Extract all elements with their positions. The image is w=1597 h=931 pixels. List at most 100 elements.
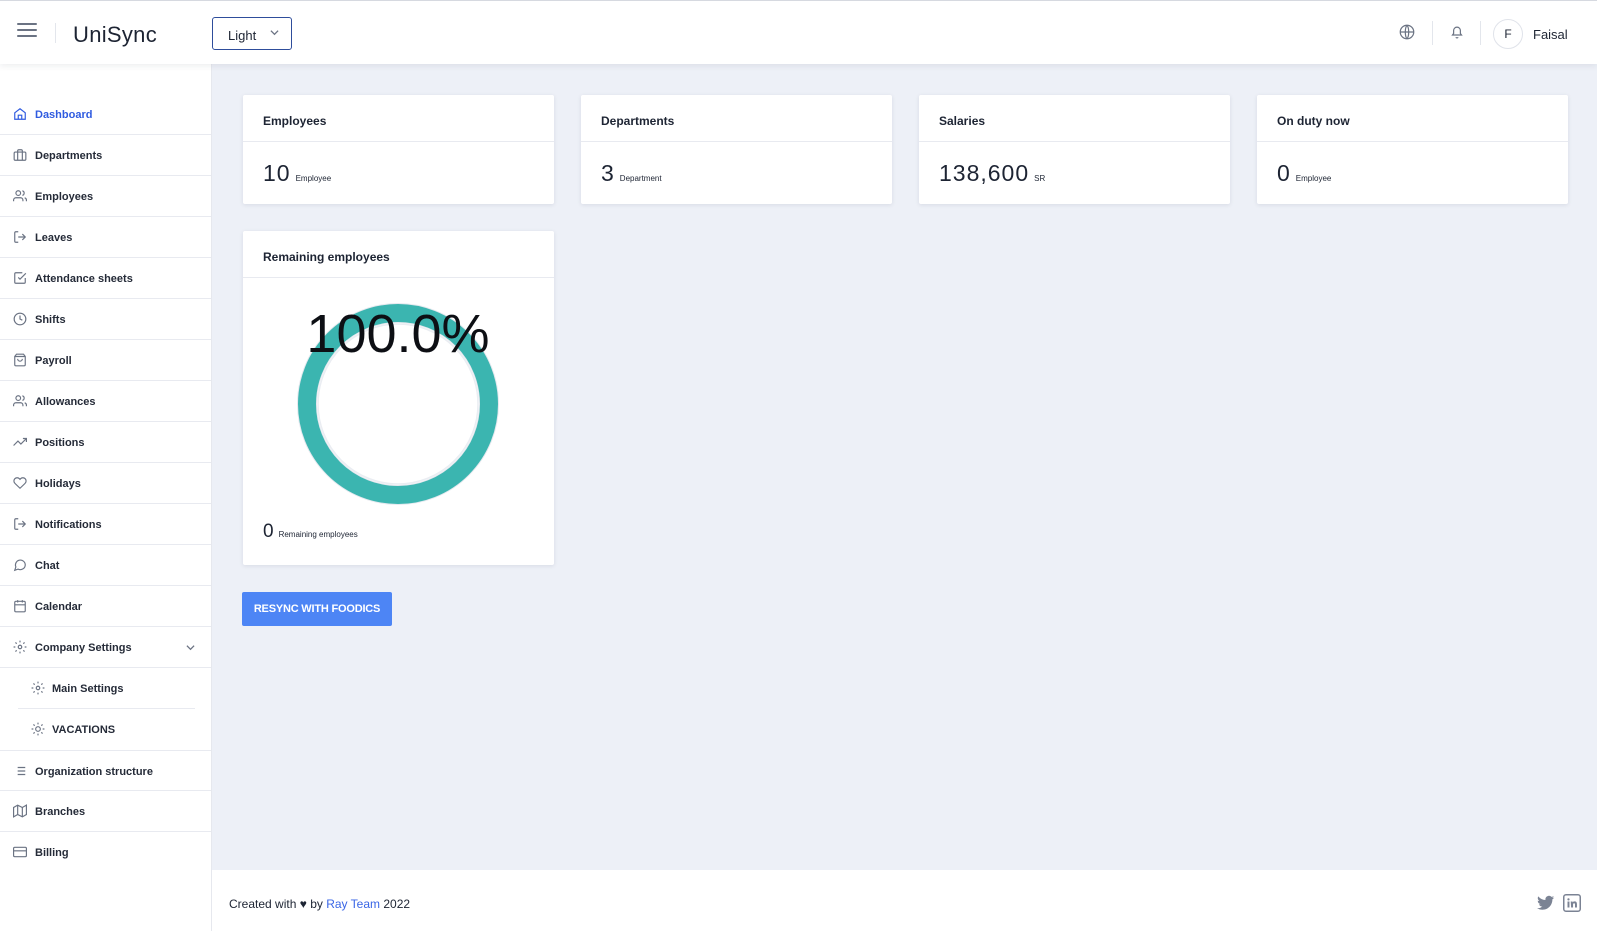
credit-card-icon	[13, 846, 27, 858]
sun-icon	[31, 722, 45, 736]
clock-icon	[13, 312, 27, 326]
sidebar-item-allowances[interactable]: Allowances	[0, 381, 211, 422]
footer: Created with ♥ by Ray Team 2022	[212, 870, 1597, 931]
progress-ring	[297, 303, 499, 505]
sidebar-item-dashboard[interactable]: Dashboard	[0, 94, 211, 135]
salaries-card: Salaries 138,600 SR	[919, 95, 1230, 204]
progress-ring-inner	[317, 323, 479, 485]
sidebar-item-label: Allowances	[35, 396, 96, 408]
card-title: Employees	[243, 95, 554, 142]
check-square-icon	[14, 272, 27, 284]
departments-card: Departments 3 Department	[581, 95, 892, 204]
linkedin-icon[interactable]	[1563, 894, 1581, 912]
bell-icon[interactable]	[1448, 23, 1466, 41]
remaining-unit: Remaining employees	[278, 530, 358, 539]
card-title: Salaries	[919, 95, 1230, 142]
sidebar-item-payroll[interactable]: Payroll	[0, 340, 211, 381]
remaining-employees-card: Remaining employees 100.0% 0 Remaining em…	[243, 231, 554, 565]
sidebar-item-label: Organization structure	[35, 766, 153, 778]
stat-value: 10	[263, 160, 291, 186]
sidebar-item-label: Dashboard	[35, 109, 93, 121]
sidebar-item-label: Departments	[35, 150, 103, 162]
sidebar-item-calendar[interactable]: Calendar	[0, 586, 211, 627]
sidebar-item-label: Notifications	[35, 519, 102, 531]
user-name[interactable]: Faisal	[1533, 27, 1568, 42]
hamburger-menu-icon[interactable]	[17, 23, 37, 41]
sidebar-item-label: Employees	[35, 191, 94, 203]
header-separator	[1480, 21, 1481, 45]
sidebar-item-main-settings[interactable]: Main Settings	[18, 668, 195, 709]
home-icon	[14, 108, 26, 120]
sidebar-item-label: Shifts	[35, 314, 66, 326]
sidebar-item-attendance-sheets[interactable]: Attendance sheets	[0, 258, 211, 299]
avatar[interactable]: F	[1493, 19, 1523, 49]
log-out-icon	[14, 231, 27, 243]
log-out-icon	[14, 518, 27, 530]
calendar-icon	[14, 600, 26, 613]
sidebar-item-holidays[interactable]: Holidays	[0, 463, 211, 504]
theme-select-value: Light	[228, 28, 257, 43]
stat-unit: Department	[619, 174, 662, 183]
twitter-icon[interactable]	[1537, 894, 1555, 912]
top-header: UniSync Light F Faisal	[0, 0, 1597, 64]
stat-value: 3	[601, 160, 615, 186]
sidebar-item-label: Chat	[35, 560, 60, 572]
header-divider	[55, 23, 56, 43]
footer-year: 2022	[383, 897, 411, 911]
sidebar-item-label: Positions	[35, 437, 85, 449]
sidebar-item-departments[interactable]: Departments	[0, 135, 211, 176]
sidebar-item-vacations[interactable]: VACATIONS	[18, 709, 195, 750]
resync-with-foodics-button[interactable]: Resync with Foodics	[242, 592, 392, 626]
heart-icon	[13, 477, 27, 490]
header-separator	[1432, 21, 1433, 45]
sidebar: Dashboard Departments Employees Leaves A…	[0, 64, 212, 931]
sidebar-item-label: Payroll	[35, 355, 72, 367]
settings-icon	[31, 681, 45, 695]
sidebar-item-employees[interactable]: Employees	[0, 176, 211, 217]
sidebar-item-label: Branches	[35, 806, 86, 818]
sidebar-item-billing[interactable]: Billing	[0, 832, 211, 873]
users-icon	[13, 395, 27, 407]
card-title: On duty now	[1257, 95, 1568, 142]
chevron-down-icon[interactable]	[186, 643, 195, 652]
sidebar-item-branches[interactable]: Branches	[0, 791, 211, 832]
sidebar-item-label: VACATIONS	[52, 724, 116, 736]
card-title: Departments	[581, 95, 892, 142]
sidebar-item-label: Attendance sheets	[35, 273, 133, 285]
sidebar-item-label: Holidays	[35, 478, 81, 490]
footer-by: by	[310, 897, 323, 911]
stat-unit: Employee	[1295, 174, 1332, 183]
sidebar-item-notifications[interactable]: Notifications	[0, 504, 211, 545]
chevron-down-icon	[270, 30, 279, 36]
list-icon	[14, 766, 26, 776]
sidebar-item-positions[interactable]: Positions	[0, 422, 211, 463]
app-title: UniSync	[73, 22, 158, 47]
sidebar-item-label: Calendar	[35, 601, 83, 613]
stat-value: 138,600	[939, 160, 1030, 186]
users-icon	[13, 190, 27, 202]
on-duty-card: On duty now 0 Employee	[1257, 95, 1568, 204]
sidebar-item-label: Main Settings	[52, 683, 124, 695]
sidebar-item-company-settings[interactable]: Company Settings	[0, 627, 211, 668]
employees-card: Employees 10 Employee	[243, 95, 554, 204]
trending-up-icon	[13, 437, 27, 446]
sidebar-item-leaves[interactable]: Leaves	[0, 217, 211, 258]
heart-icon: ♥	[299, 897, 307, 911]
sidebar-item-shifts[interactable]: Shifts	[0, 299, 211, 340]
stat-unit: SR	[1034, 174, 1046, 183]
sidebar-item-label: Leaves	[35, 232, 73, 244]
globe-icon[interactable]	[1398, 23, 1416, 41]
stat-unit: Employee	[295, 174, 332, 183]
sidebar-item-chat[interactable]: Chat	[0, 545, 211, 586]
sidebar-item-label: Company Settings	[35, 642, 132, 654]
theme-select[interactable]: Light	[212, 17, 292, 50]
card-title: Remaining employees	[243, 231, 554, 278]
sidebar-item-label: Billing	[35, 847, 69, 859]
briefcase-icon	[13, 149, 27, 161]
sidebar-item-organization-structure[interactable]: Organization structure	[0, 750, 211, 791]
team-link[interactable]: Ray Team	[326, 897, 380, 911]
stat-value: 0	[1277, 160, 1291, 186]
settings-icon	[13, 640, 27, 654]
shopping-bag-icon	[14, 353, 26, 367]
footer-prefix: Created with	[229, 897, 297, 911]
